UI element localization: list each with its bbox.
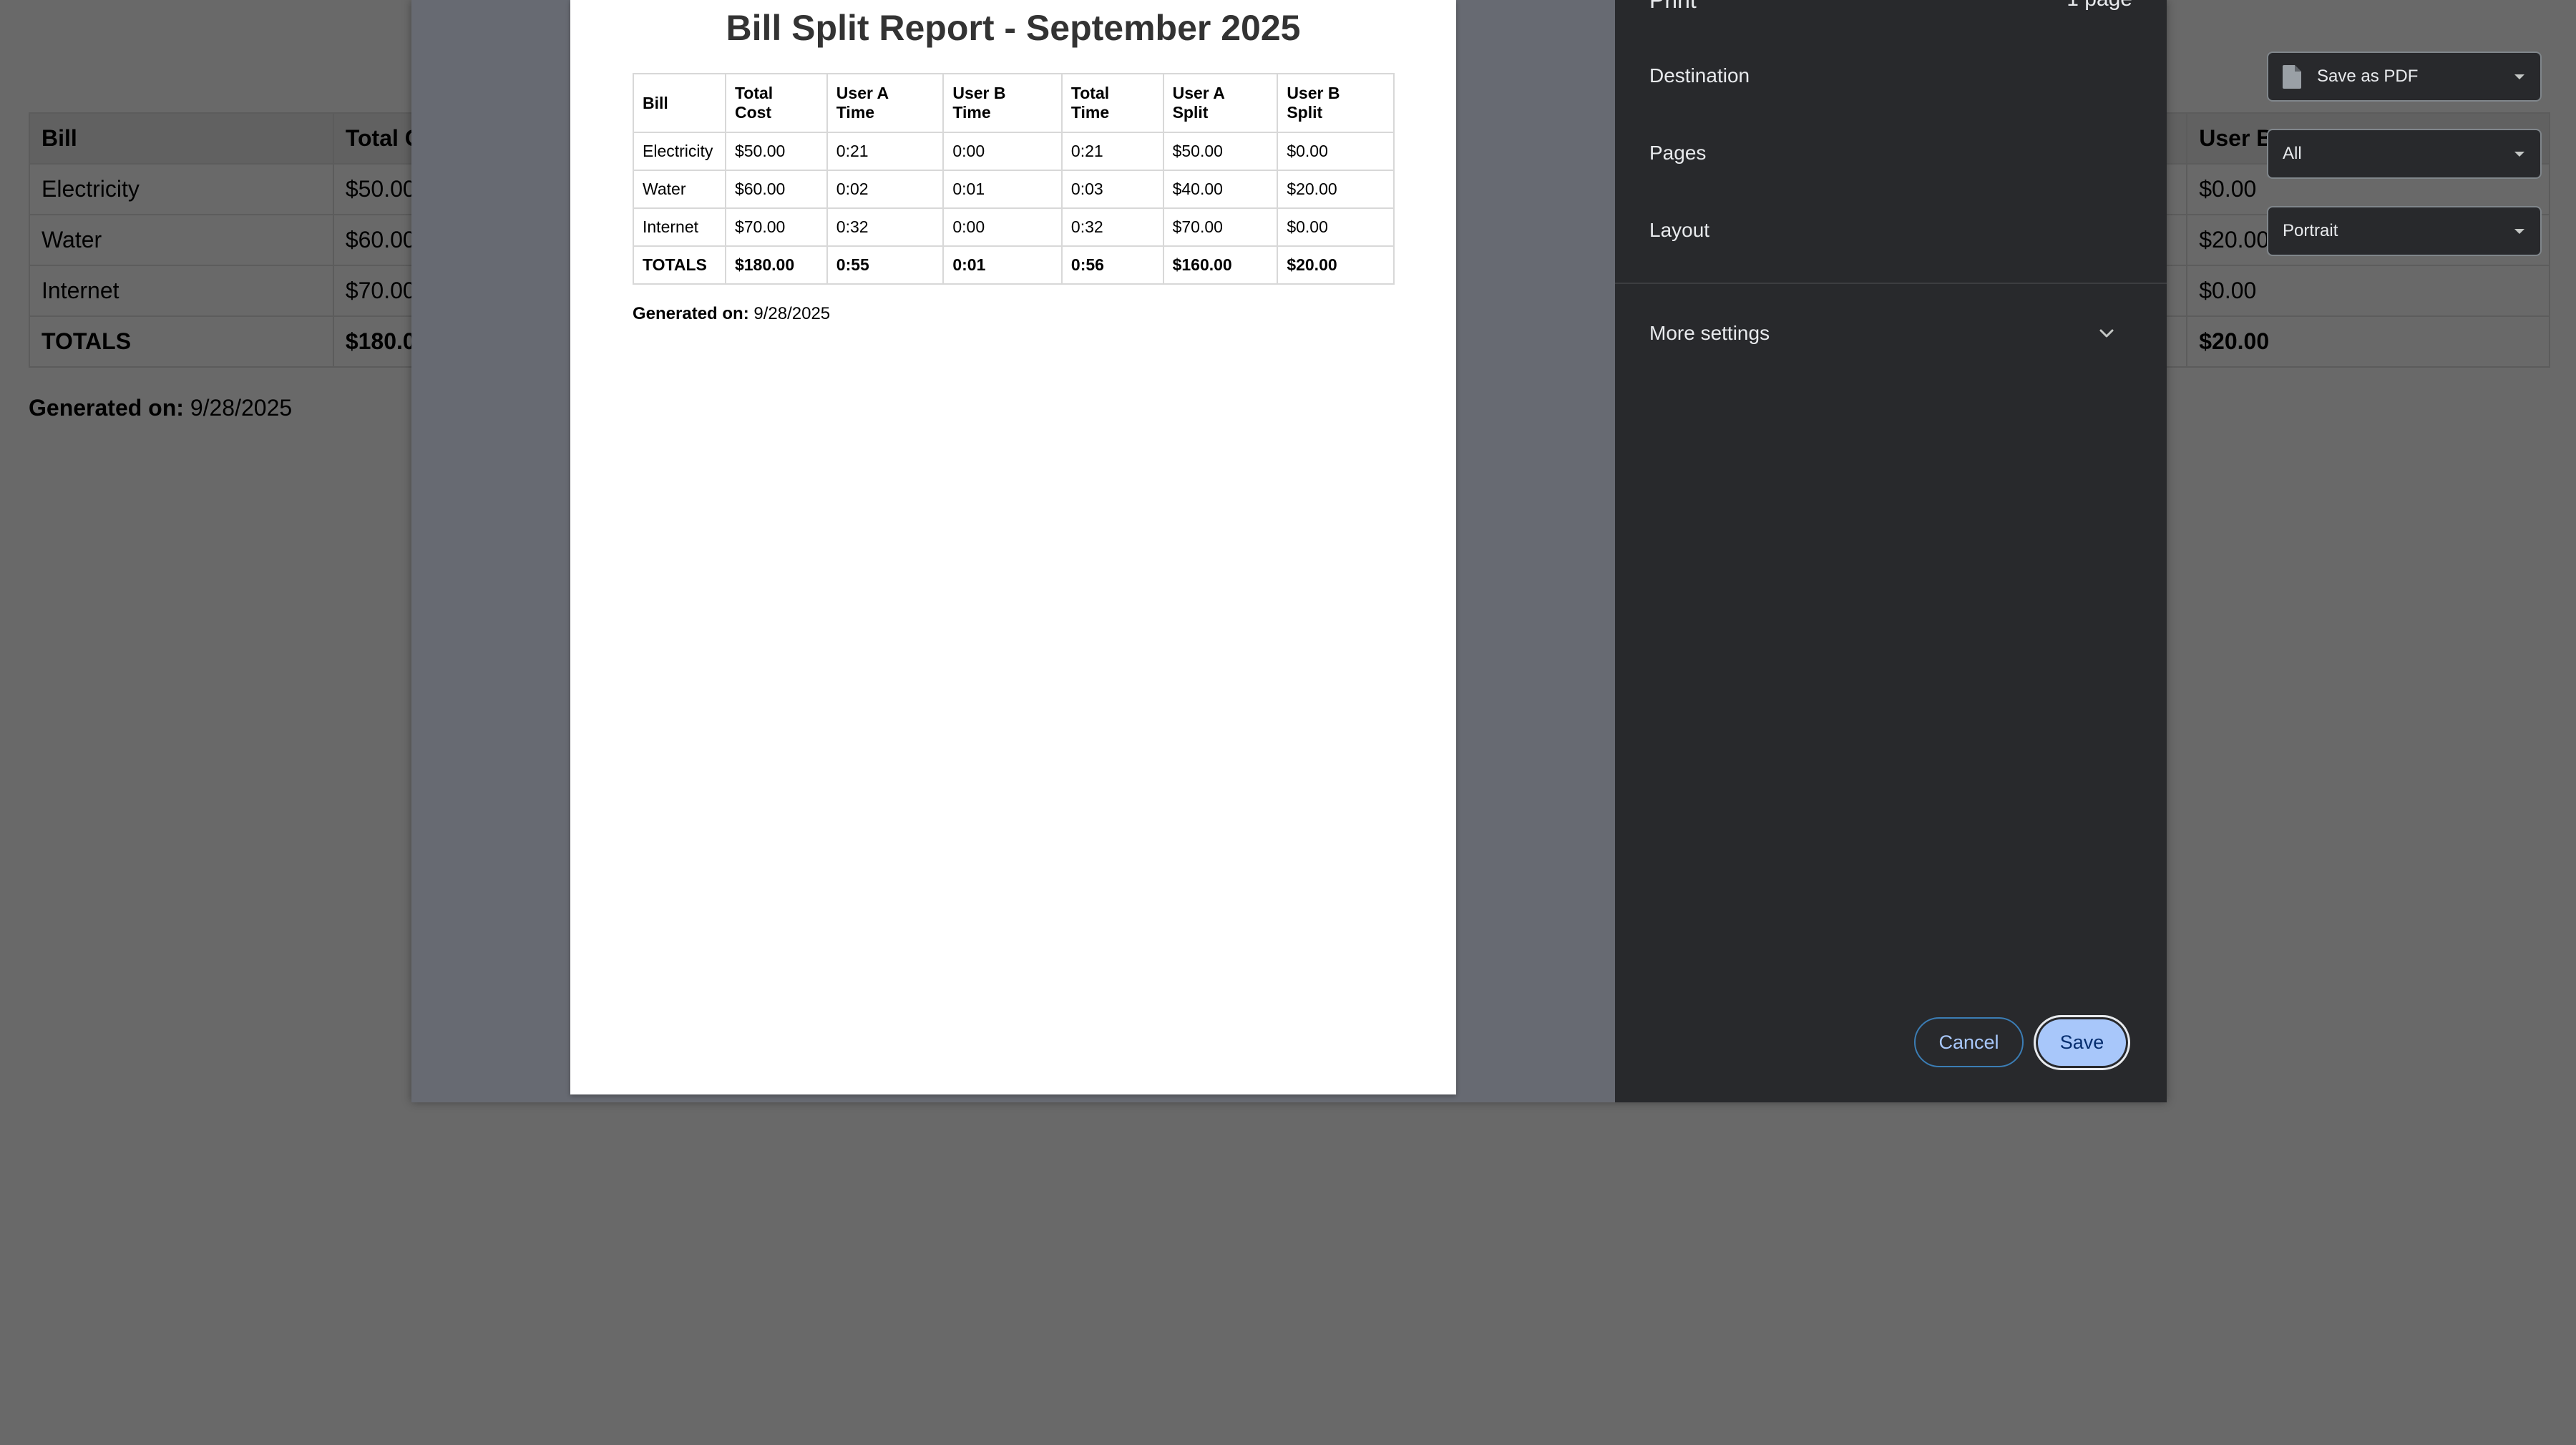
table-cell: Electricity	[633, 132, 726, 171]
document-icon	[2283, 64, 2301, 89]
more-settings-toggle[interactable]: More settings	[1615, 308, 2167, 361]
table-header-row: Bill Total Cost User A Time User B Time Tot…	[633, 73, 1395, 133]
totals-split: $20.00	[2186, 315, 2550, 368]
table-cell: 0:02	[826, 170, 945, 209]
chevron-down-icon	[2099, 329, 2114, 338]
cancel-button[interactable]: Cancel	[1914, 1017, 2024, 1067]
table-cell: $160.00	[1162, 245, 1279, 285]
layout-label: Layout	[1649, 219, 1710, 241]
destination-value: Save as PDF	[2317, 67, 2419, 86]
table-row: Electricity $50.00 0:21 0:00 0:21 $50.00…	[633, 132, 1395, 171]
table-cell: 0:21	[1060, 132, 1164, 171]
table-cell: $180.00	[724, 245, 828, 285]
print-settings-panel: Print 1 page Destination Save as PDF Pag…	[1615, 0, 2542, 1102]
table-cell: 0:32	[826, 207, 945, 247]
table-row: Water $60.00 0:02 0:01 0:03 $40.00 $20.0…	[633, 170, 1395, 209]
chevron-down-icon	[2514, 152, 2524, 157]
destination-select[interactable]: Save as PDF	[2267, 52, 2542, 102]
table-cell: $20.00	[1277, 245, 1395, 285]
header-cell: User A Split	[1162, 73, 1279, 133]
table-cell: 0:32	[1060, 207, 1164, 247]
page-count: 1 page	[2067, 0, 2132, 11]
table-cell: 0:01	[942, 170, 1063, 209]
table-cell: 0:01	[942, 245, 1063, 285]
report-title: Bill Split Report - September 2025	[726, 8, 1301, 48]
bill-cell: Internet	[29, 265, 334, 317]
generated-on: Generated on: 9/28/2025	[29, 395, 292, 421]
save-button[interactable]: Save	[2034, 1015, 2130, 1070]
table-cell: $70.00	[724, 207, 828, 247]
header-cell: User A Time	[826, 73, 945, 133]
header-cell: Total Cost	[724, 73, 828, 133]
generated-date: 9/28/2025	[190, 395, 293, 421]
table-cell: 0:21	[826, 132, 945, 171]
header-cell: Bill	[29, 112, 334, 165]
table-cell: $50.00	[1162, 132, 1279, 171]
generated-label: Generated on:	[633, 304, 749, 323]
chevron-down-icon	[2514, 229, 2524, 234]
pages-select[interactable]: All	[2267, 129, 2542, 179]
table-cell: 0:56	[1060, 245, 1164, 285]
table-cell: 0:55	[826, 245, 945, 285]
more-settings-label: More settings	[1649, 322, 1770, 344]
layout-value: Portrait	[2283, 221, 2338, 240]
table-cell: Internet	[633, 207, 726, 247]
print-preview-area[interactable]: Bill Split Report - September 2025 Bill …	[411, 0, 1615, 1102]
header-cell: User B Split	[1277, 73, 1395, 133]
pages-label: Pages	[1649, 142, 1707, 164]
table-cell: $0.00	[1277, 207, 1395, 247]
table-cell: $60.00	[724, 170, 828, 209]
header-cell: Bill	[633, 73, 726, 133]
pages-value: All	[2283, 144, 2302, 163]
totals-label: TOTALS	[29, 315, 334, 368]
divider	[1615, 283, 2167, 284]
preview-page: Bill Split Report - September 2025 Bill …	[570, 0, 1456, 1094]
bill-cell: Water	[29, 214, 334, 266]
layout-select[interactable]: Portrait	[2267, 206, 2542, 256]
table-cell: $70.00	[1162, 207, 1279, 247]
table-cell: $0.00	[1277, 132, 1395, 171]
bill-cell: Electricity	[29, 163, 334, 215]
table-cell: Water	[633, 170, 726, 209]
totals-row: TOTALS $180.00 0:55 0:01 0:56 $160.00 $2…	[633, 245, 1395, 285]
generated-label: Generated on:	[29, 395, 184, 421]
table-row: Internet $70.00 0:32 0:00 0:32 $70.00 $0…	[633, 207, 1395, 247]
generated-on: Generated on: 9/28/2025	[633, 304, 830, 324]
table-cell: $20.00	[1277, 170, 1395, 209]
table-cell: 0:00	[942, 132, 1063, 171]
generated-date: 9/28/2025	[753, 304, 831, 323]
split-cell: $0.00	[2186, 265, 2550, 317]
panel-title: Print	[1649, 0, 1697, 13]
table-cell: $50.00	[724, 132, 828, 171]
chevron-down-icon	[2514, 74, 2524, 79]
header-cell: User B Time	[942, 73, 1063, 133]
table-cell: 0:00	[942, 207, 1063, 247]
print-dialog: Bill Split Report - September 2025 Bill …	[411, 0, 2542, 1102]
destination-label: Destination	[1649, 64, 1750, 87]
report-table: Bill Total Cost User A Time User B Time Tot…	[633, 73, 1395, 285]
header-cell: Total Time	[1060, 73, 1164, 133]
table-cell: 0:03	[1060, 170, 1164, 209]
table-cell: TOTALS	[633, 245, 726, 285]
table-cell: $40.00	[1162, 170, 1279, 209]
